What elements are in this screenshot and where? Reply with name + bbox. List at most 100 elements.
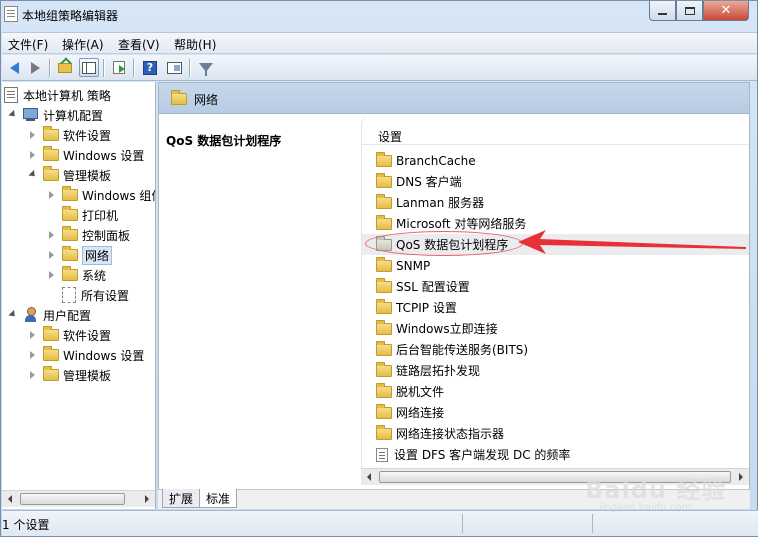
folder-icon xyxy=(62,206,78,221)
tree-item-label: 打印机 xyxy=(82,208,119,223)
collapsed-arrow-icon[interactable] xyxy=(28,130,38,140)
scroll-right-button[interactable] xyxy=(139,491,155,507)
collapsed-arrow-icon[interactable] xyxy=(47,190,57,200)
filter-button[interactable] xyxy=(196,58,216,77)
tree-item-admin-templates[interactable]: 管理模板 xyxy=(28,165,111,185)
list-horizontal-scrollbar[interactable] xyxy=(361,468,749,485)
folder-icon xyxy=(376,298,392,314)
tree-item-control-panel[interactable]: 控制面板 xyxy=(47,225,130,245)
computer-icon xyxy=(23,108,39,122)
list-item[interactable]: BranchCache xyxy=(376,150,476,171)
filter-icon xyxy=(199,63,213,76)
scrollbar-thumb[interactable] xyxy=(20,493,125,505)
tree-item-windows-components[interactable]: Windows 组件 xyxy=(47,185,155,205)
list-item[interactable]: SNMP xyxy=(376,255,430,276)
list-item[interactable]: 网络连接状态指示器 xyxy=(376,423,504,444)
close-icon: ✕ xyxy=(720,3,732,18)
column-header-setting[interactable]: 设置 xyxy=(362,125,749,145)
folder-icon xyxy=(62,246,78,261)
collapsed-arrow-icon[interactable] xyxy=(28,370,38,380)
maximize-icon xyxy=(684,6,695,15)
scrollbar-thumb[interactable] xyxy=(379,471,731,483)
list-item[interactable]: 脱机文件 xyxy=(376,381,444,402)
folder-icon xyxy=(376,382,392,398)
tree-item-local-policy[interactable]: 本地计算机 策略 xyxy=(4,85,111,105)
tab-standard[interactable]: 标准 xyxy=(199,489,238,508)
folder-icon xyxy=(376,424,392,440)
back-arrow-icon xyxy=(9,61,19,74)
export-list-icon xyxy=(113,61,125,74)
list-item[interactable]: Microsoft 对等网络服务 xyxy=(376,213,526,234)
menu-action[interactable]: 操作(A) xyxy=(62,36,104,53)
description-panel: QoS 数据包计划程序 xyxy=(159,115,359,475)
expanded-arrow-icon[interactable] xyxy=(8,310,18,320)
tree-item-system[interactable]: 系统 xyxy=(47,265,106,285)
list-item[interactable]: DNS 客户端 xyxy=(376,171,462,192)
details-header-title: 网络 xyxy=(194,93,219,107)
status-divider xyxy=(592,514,593,533)
help-button[interactable]: ? xyxy=(140,58,160,77)
tree-item-all-settings[interactable]: 所有设置 xyxy=(47,285,129,305)
tree-item-user-config[interactable]: 用户配置 xyxy=(8,305,91,325)
view-icon xyxy=(166,61,182,74)
tree-item-windows-settings[interactable]: Windows 设置 xyxy=(28,145,144,165)
show-hide-tree-button[interactable] xyxy=(79,58,99,77)
scroll-right-icon xyxy=(739,473,743,481)
tree-item-user-software-settings[interactable]: 软件设置 xyxy=(28,325,111,345)
view-button[interactable] xyxy=(164,58,184,77)
navigation-tree: 本地计算机 策略 计算机配置 软件设置 Windows 设置 管理模板 Wind… xyxy=(2,82,156,509)
folder-icon xyxy=(376,403,392,419)
tree-item-user-windows-settings[interactable]: Windows 设置 xyxy=(28,345,144,365)
expanded-arrow-icon[interactable] xyxy=(8,110,18,120)
menu-view[interactable]: 查看(V) xyxy=(118,36,160,53)
tab-extended[interactable]: 扩展 xyxy=(162,489,201,508)
collapsed-arrow-icon[interactable] xyxy=(47,250,57,260)
export-list-button[interactable] xyxy=(109,58,129,77)
list-item[interactable]: Lanman 服务器 xyxy=(376,192,484,213)
list-item[interactable]: Windows立即连接 xyxy=(376,318,498,339)
collapsed-arrow-icon[interactable] xyxy=(47,270,57,280)
up-level-button[interactable] xyxy=(55,58,75,77)
main-window: 本地组策略编辑器 ✕ 文件(F) 操作(A) 查看(V) 帮助(H) ? 本地计… xyxy=(0,0,758,537)
minimize-button[interactable] xyxy=(649,1,676,21)
scroll-left-button[interactable] xyxy=(2,491,18,507)
policy-editor-icon xyxy=(4,6,18,22)
menu-help[interactable]: 帮助(H) xyxy=(174,36,216,53)
tree-horizontal-scrollbar[interactable] xyxy=(2,490,155,507)
collapsed-arrow-icon[interactable] xyxy=(28,330,38,340)
folder-icon xyxy=(376,235,392,251)
tree-item-software-settings[interactable]: 软件设置 xyxy=(28,125,111,145)
tree-item-label: 用户配置 xyxy=(43,308,92,323)
details-header: 网络 xyxy=(159,83,749,114)
collapsed-arrow-icon[interactable] xyxy=(28,150,38,160)
list-item-qos-selected[interactable]: QoS 数据包计划程序 xyxy=(362,234,749,255)
view-tabs: 扩展 标准 xyxy=(158,489,750,509)
toolbar-separator xyxy=(103,59,104,77)
menu-file[interactable]: 文件(F) xyxy=(8,36,48,53)
maximize-button[interactable] xyxy=(676,1,703,21)
list-item[interactable]: TCPIP 设置 xyxy=(376,297,457,318)
tree-item-network[interactable]: 网络 xyxy=(47,245,113,265)
list-item[interactable]: SSL 配置设置 xyxy=(376,276,470,297)
back-button[interactable] xyxy=(4,58,24,77)
list-item[interactable]: 链路层拓扑发现 xyxy=(376,360,480,381)
folder-icon xyxy=(43,346,59,361)
scroll-right-button[interactable] xyxy=(733,469,749,485)
list-item-setting[interactable]: 设置 DFS 客户端发现 DC 的频率 xyxy=(376,444,570,465)
expanded-arrow-icon[interactable] xyxy=(28,170,38,180)
close-button[interactable]: ✕ xyxy=(703,1,749,21)
tree-item-computer-config[interactable]: 计算机配置 xyxy=(8,105,103,125)
collapsed-arrow-icon[interactable] xyxy=(47,230,57,240)
forward-button[interactable] xyxy=(25,58,45,77)
toolbar-separator xyxy=(133,59,134,77)
folder-icon xyxy=(62,266,78,281)
list-item[interactable]: 网络连接 xyxy=(376,402,444,423)
tree-item-printers[interactable]: 打印机 xyxy=(47,205,118,225)
folder-icon xyxy=(376,361,392,377)
folder-icon xyxy=(43,126,59,141)
tree-item-user-admin-templates[interactable]: 管理模板 xyxy=(28,365,111,385)
list-item[interactable]: 后台智能传送服务(BITS) xyxy=(376,339,528,360)
collapsed-arrow-icon[interactable] xyxy=(28,350,38,360)
folder-icon xyxy=(376,172,392,188)
scroll-left-button[interactable] xyxy=(361,469,377,485)
